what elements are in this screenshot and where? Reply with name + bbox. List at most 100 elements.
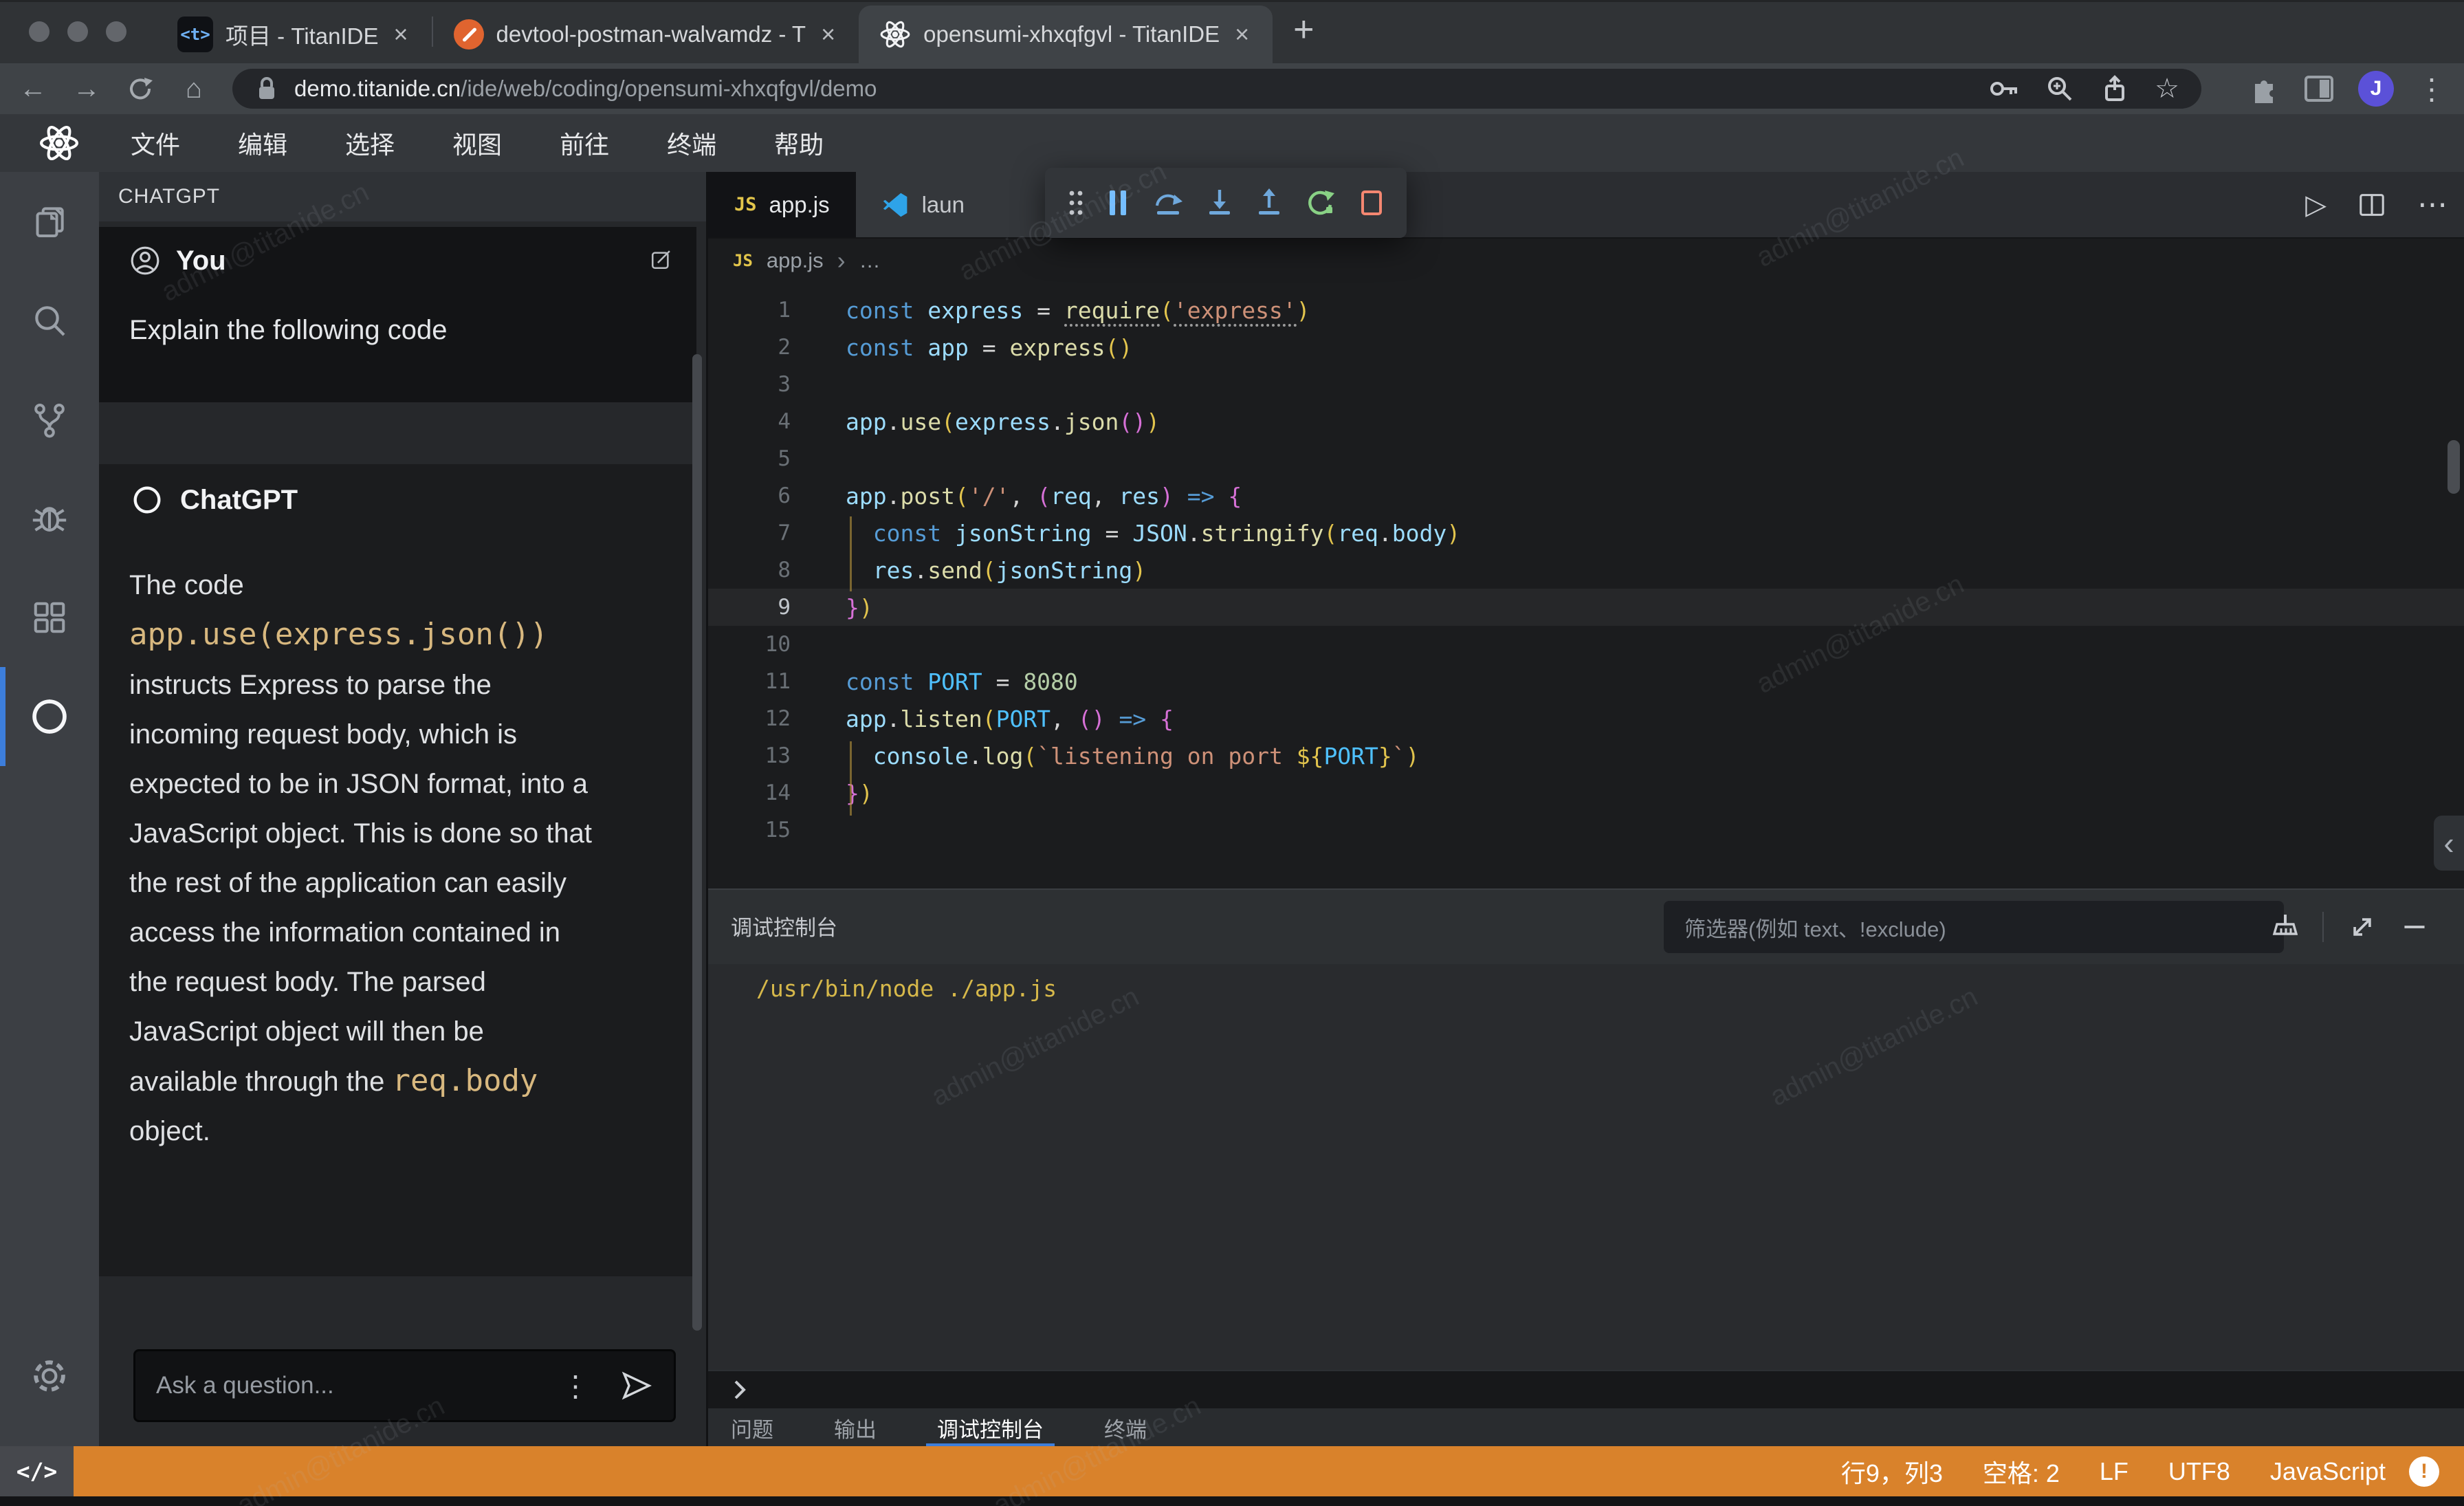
chat-input-menu-icon[interactable]: ⋮ [561, 1369, 590, 1403]
profile-avatar[interactable]: J [2358, 71, 2394, 107]
status-item[interactable]: LF [2100, 1457, 2128, 1486]
code-line[interactable]: 9}) [708, 589, 2464, 626]
close-tab-icon[interactable]: × [390, 20, 410, 49]
browser-window: <t> 项目 - TitanIDE × devtool-postman-walv… [0, 0, 2464, 1506]
editor-mode-button[interactable]: </> [0, 1446, 74, 1496]
menu-item-编辑[interactable]: 编辑 [238, 125, 287, 161]
code-line[interactable]: 6app.post('/', (req, res) => { [708, 477, 2464, 514]
code-line[interactable]: 8 res.send(jsonString) [708, 552, 2464, 589]
split-editor-icon[interactable] [2358, 193, 2386, 217]
breadcrumb-file[interactable]: app.js [767, 248, 824, 273]
sidebar-item-chatgpt[interactable] [0, 667, 99, 766]
more-actions-icon[interactable]: ⋯ [2417, 187, 2448, 222]
step-out-icon[interactable] [1255, 188, 1283, 218]
menu-item-视图[interactable]: 视图 [452, 125, 502, 161]
close-tab-icon[interactable]: × [1232, 20, 1252, 49]
drag-grip-icon[interactable] [1067, 188, 1085, 218]
browser-tab-titan-project[interactable]: <t> 项目 - TitanIDE × [157, 6, 432, 63]
panel-tab-调试控制台[interactable]: 调试控制台 [923, 1408, 1057, 1448]
minimize-window-button[interactable] [67, 21, 88, 42]
status-item[interactable]: JavaScript [2270, 1457, 2386, 1486]
titanide-logo-icon[interactable] [38, 122, 80, 164]
chat-scrollbar[interactable] [692, 354, 702, 1331]
code-line[interactable]: 10 [708, 626, 2464, 663]
code-line[interactable]: 14}) [708, 774, 2464, 811]
console-output-area[interactable]: /usr/bin/node ./app.js [708, 964, 2464, 1370]
code-line[interactable]: 4app.use(express.json()) [708, 403, 2464, 440]
sidebar-item-source-control[interactable] [0, 370, 99, 469]
menu-item-帮助[interactable]: 帮助 [774, 125, 824, 161]
panel-tab-问题[interactable]: 问题 [717, 1408, 787, 1448]
back-icon[interactable]: ← [18, 74, 48, 105]
extensions-puzzle-icon[interactable] [2248, 73, 2280, 105]
send-icon[interactable] [620, 1371, 653, 1401]
code-line[interactable]: 13 console.log(`listening on port ${PORT… [708, 737, 2464, 774]
editor-tab-appjs[interactable]: JS app.js [708, 172, 856, 237]
menu-item-前往[interactable]: 前往 [560, 125, 609, 161]
code-line[interactable]: 15 [708, 811, 2464, 849]
expand-panel-icon[interactable] [2348, 913, 2376, 941]
reload-icon[interactable] [125, 74, 155, 104]
url-host: demo.titanide.cn [294, 76, 461, 101]
share-icon[interactable] [2100, 74, 2130, 104]
sidebar-panel-icon[interactable] [2303, 74, 2335, 103]
bookmark-star-icon[interactable]: ☆ [2155, 73, 2179, 105]
status-item[interactable]: 空格: 2 [1983, 1454, 2060, 1489]
window-controls[interactable] [29, 0, 126, 63]
code-editor[interactable]: 1const express = require('express')2cons… [708, 283, 2464, 887]
code-line[interactable]: 1const express = require('express') [708, 292, 2464, 329]
sidebar-item-extensions[interactable] [0, 568, 99, 667]
status-item[interactable]: 行9，列3 [1841, 1454, 1943, 1489]
zoom-in-icon[interactable] [2045, 74, 2075, 104]
panel-tab-终端[interactable]: 终端 [1090, 1408, 1160, 1448]
clear-console-icon[interactable] [2267, 912, 2298, 942]
run-icon[interactable]: ▷ [2305, 189, 2326, 221]
close-tab-icon[interactable]: × [818, 20, 838, 49]
code-line[interactable]: 7 const jsonString = JSON.stringify(req.… [708, 514, 2464, 552]
home-icon[interactable]: ⌂ [179, 74, 209, 105]
menu-item-选择[interactable]: 选择 [345, 125, 395, 161]
browser-menu-icon[interactable]: ⋮ [2417, 72, 2446, 106]
zoom-window-button[interactable] [106, 21, 126, 42]
breadcrumb-more[interactable]: … [859, 248, 881, 273]
sidebar-item-debug[interactable] [0, 469, 99, 568]
panel-tab-输出[interactable]: 输出 [820, 1408, 890, 1448]
forward-icon[interactable]: → [72, 74, 102, 105]
step-into-icon[interactable] [1206, 188, 1233, 218]
pause-icon[interactable] [1106, 188, 1130, 218]
sidebar-item-search[interactable] [0, 271, 99, 370]
code-line[interactable]: 2const app = express() [708, 329, 2464, 366]
console-repl-row[interactable] [708, 1370, 2464, 1408]
console-filter-input[interactable]: 筛选器(例如 text、!exclude) [1664, 901, 2284, 953]
restart-icon[interactable] [1304, 188, 1336, 218]
url-field[interactable]: demo.titanide.cn/ide/web/coding/opensumi… [232, 69, 2201, 109]
stop-icon[interactable] [1358, 188, 1385, 218]
line-number: 9 [708, 595, 791, 620]
menu-item-终端[interactable]: 终端 [667, 125, 716, 161]
warning-icon[interactable]: ! [2409, 1456, 2439, 1487]
browser-tab-opensumi[interactable]: opensumi-xhxqfgvl - TitanIDE × [859, 6, 1273, 63]
code-line[interactable]: 11const PORT = 8080 [708, 663, 2464, 700]
sidebar-item-explorer[interactable] [0, 172, 99, 271]
code-line[interactable]: 3 [708, 366, 2464, 403]
browser-tab-postman[interactable]: devtool-postman-walvamdz - T × [433, 6, 859, 63]
code-line[interactable]: 12app.listen(PORT, () => { [708, 700, 2464, 737]
line-number: 11 [708, 669, 791, 694]
chat-input[interactable]: Ask a question... ⋮ [133, 1349, 676, 1422]
menu-item-文件[interactable]: 文件 [131, 125, 180, 161]
sidebar-item-settings[interactable] [0, 1327, 99, 1426]
minimize-panel-icon[interactable] [2401, 913, 2428, 941]
right-panel-toggle[interactable]: ‹ [2434, 816, 2464, 871]
editor-scrollbar[interactable] [2448, 440, 2460, 494]
breadcrumb[interactable]: JS app.js › … [708, 237, 2464, 283]
edit-message-icon[interactable] [650, 248, 673, 271]
message-text-segment: The code [129, 570, 244, 600]
new-tab-button[interactable]: + [1293, 9, 1314, 54]
close-window-button[interactable] [29, 21, 50, 42]
key-icon[interactable] [1988, 74, 2020, 104]
status-item[interactable]: UTF8 [2168, 1457, 2230, 1486]
indent-guide [850, 741, 852, 816]
assistant-message-text: The code app.use(express.json()) instruc… [99, 518, 623, 1156]
code-line[interactable]: 5 [708, 440, 2464, 477]
step-over-icon[interactable] [1152, 188, 1185, 218]
